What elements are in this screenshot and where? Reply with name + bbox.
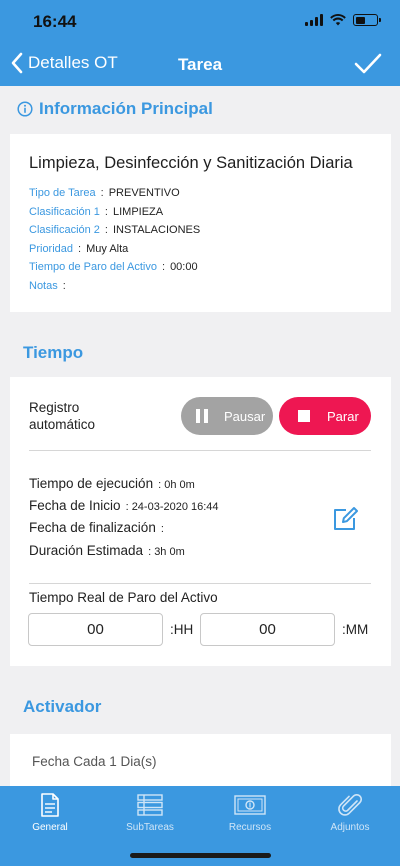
field-notas: Notas:: [29, 280, 66, 292]
edit-dates-button[interactable]: [332, 506, 360, 537]
field-key: Tiempo de Paro del Activo: [29, 261, 157, 273]
minutes-input[interactable]: [200, 613, 335, 646]
tiempo-section-header: Tiempo: [23, 343, 83, 363]
fecha-inicio-row: Fecha de Inicio: 24-03-2020 16:44: [29, 498, 219, 513]
row-value: 3h 0m: [154, 546, 185, 558]
activador-card: Fecha Cada 1 Dia(s): [10, 734, 391, 786]
list-icon: [137, 794, 163, 816]
field-key: Tipo de Tarea: [29, 187, 96, 199]
status-time: 16:44: [33, 12, 77, 31]
pause-button[interactable]: Pausar: [181, 397, 273, 435]
tab-label: General: [32, 822, 68, 833]
money-icon: [234, 795, 266, 815]
activador-text: Fecha Cada 1 Dia(s): [32, 754, 157, 769]
tab-subtareas[interactable]: SubTareas: [100, 786, 200, 840]
field-clasificacion-1: Clasificación 1: LIMPIEZA: [29, 206, 164, 218]
field-prioridad: Prioridad: Muy Alta: [29, 243, 129, 255]
navigation-bar: Detalles OT Tarea: [0, 44, 400, 86]
registro-automatico-label: Registro automático: [29, 400, 96, 432]
task-title: Limpieza, Desinfección y Sanitización Di…: [29, 154, 353, 172]
confirm-button[interactable]: [354, 51, 382, 82]
wifi-icon: [330, 14, 346, 26]
info-section-title: Información Principal: [39, 99, 213, 118]
duracion-estimada-row: Duración Estimada: 3h 0m: [29, 543, 185, 558]
cellular-signal-icon: [305, 14, 323, 26]
content-scroll[interactable]: Información Principal Limpieza, Desinfec…: [0, 86, 400, 786]
hours-unit: :HH: [170, 622, 194, 637]
paro-real-label: Tiempo Real de Paro del Activo: [29, 590, 218, 605]
row-key: Tiempo de ejecución: [29, 476, 154, 491]
stop-label: Parar: [327, 408, 359, 424]
info-icon: [17, 101, 33, 117]
hours-input[interactable]: [28, 613, 163, 646]
field-value: LIMPIEZA: [112, 206, 164, 218]
tab-general[interactable]: General: [0, 786, 100, 840]
field-key: Clasificación 1: [29, 206, 100, 218]
status-icons: [305, 14, 381, 26]
tab-label: SubTareas: [126, 822, 174, 833]
field-tiempo-paro: Tiempo de Paro del Activo:00:00: [29, 261, 198, 273]
tiempo-section-title: Tiempo: [23, 343, 84, 362]
battery-level: [355, 16, 365, 24]
chevron-left-icon: [11, 52, 23, 74]
field-value: Muy Alta: [86, 243, 129, 255]
fecha-finalizacion-row: Fecha de finalización:: [29, 520, 164, 535]
tiempo-ejecucion-row: Tiempo de ejecución: 0h 0m: [29, 476, 195, 491]
back-label: Detalles OT: [28, 53, 118, 72]
info-card: Limpieza, Desinfección y Sanitización Di…: [10, 134, 391, 312]
tab-recursos[interactable]: Recursos: [200, 786, 300, 840]
pause-icon: [196, 409, 208, 423]
row-value: 0h 0m: [164, 479, 195, 491]
divider: [29, 450, 371, 451]
field-key: Prioridad: [29, 243, 74, 255]
row-value: 24-03-2020 16:44: [131, 501, 219, 513]
divider: [29, 583, 371, 584]
row-key: Fecha de Inicio: [29, 498, 121, 513]
activador-section-header: Activador: [23, 697, 101, 717]
tab-adjuntos[interactable]: Adjuntos: [300, 786, 400, 840]
field-key: Notas: [29, 280, 58, 292]
minutes-unit: :MM: [342, 622, 369, 637]
row-key: Duración Estimada: [29, 543, 144, 558]
row-key: Fecha de finalización: [29, 520, 156, 535]
field-tipo-tarea: Tipo de Tarea: PREVENTIVO: [29, 187, 180, 199]
status-bar: 16:44: [0, 0, 400, 44]
info-section-header: Información Principal: [17, 99, 213, 119]
home-indicator: [130, 853, 271, 858]
field-clasificacion-2: Clasificación 2: INSTALACIONES: [29, 224, 201, 236]
tab-label: Adjuntos: [330, 822, 370, 833]
pause-label: Pausar: [224, 408, 266, 424]
paperclip-icon: [338, 793, 362, 816]
field-value: INSTALACIONES: [112, 224, 201, 236]
field-value: PREVENTIVO: [108, 187, 180, 199]
back-button[interactable]: Detalles OT: [10, 52, 118, 74]
edit-icon: [334, 507, 358, 530]
stop-button[interactable]: Parar: [279, 397, 371, 435]
battery-icon: [353, 14, 381, 26]
stop-icon: [298, 410, 310, 422]
field-key: Clasificación 2: [29, 224, 100, 236]
document-icon: [41, 793, 59, 817]
tab-label: Recursos: [228, 822, 272, 833]
checkmark-icon: [354, 53, 382, 74]
activador-section-title: Activador: [23, 697, 102, 716]
tiempo-card: Registro automático Pausar Parar Tiempo …: [10, 377, 391, 666]
field-value: 00:00: [170, 261, 198, 273]
